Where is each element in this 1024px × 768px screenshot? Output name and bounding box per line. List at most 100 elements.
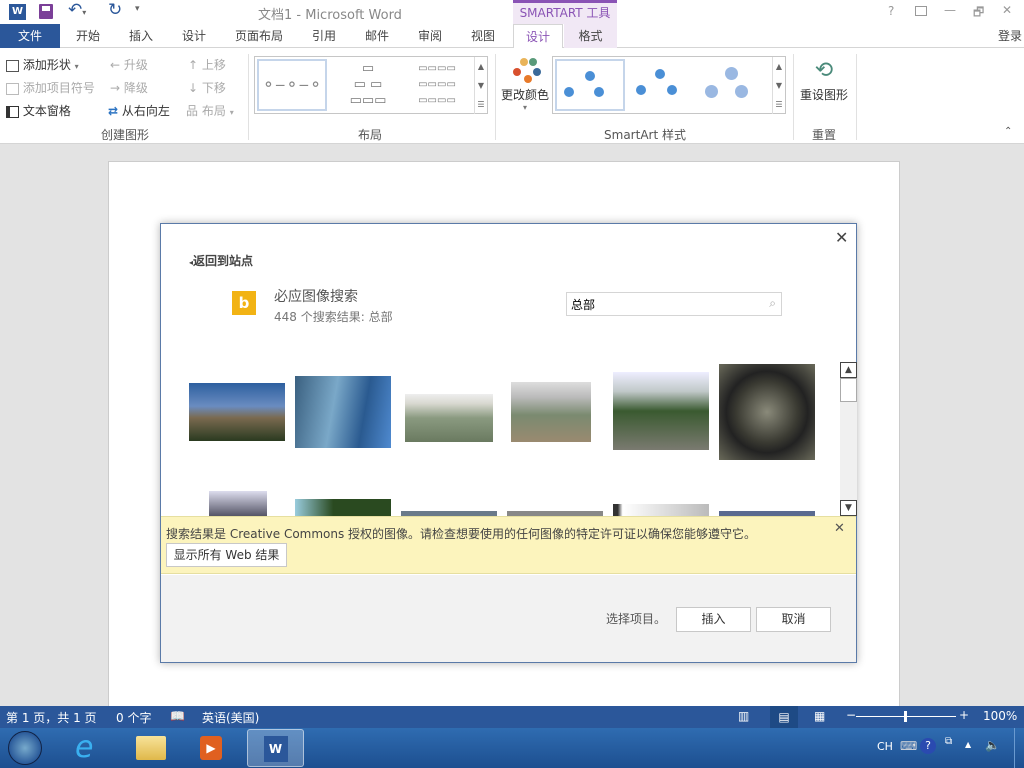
image-result[interactable]	[209, 491, 267, 516]
image-result[interactable]	[511, 382, 591, 442]
gallery-scroll-down[interactable]: ▼	[474, 76, 487, 95]
undo-icon[interactable]: ↶▾	[68, 0, 86, 20]
notice-close-button[interactable]: ✕	[834, 521, 845, 536]
zoom-in-button[interactable]: +	[959, 708, 969, 722]
right-to-left-button[interactable]: ⇄ 从右向左	[108, 102, 170, 119]
tab-file[interactable]: 文件	[0, 24, 60, 48]
layout-option-org[interactable]: ▭ ▭ ▭ ▭▭▭	[335, 61, 401, 109]
network-icon[interactable]: ⧉	[945, 736, 952, 747]
image-result[interactable]	[719, 364, 815, 460]
save-icon[interactable]	[39, 4, 53, 19]
gallery-expand[interactable]: ☰	[474, 95, 487, 114]
reset-graphic-icon: ⟲	[814, 58, 834, 83]
color-dots-icon	[498, 56, 552, 86]
promote-button[interactable]: ← 升级	[110, 56, 148, 73]
word-taskbar-button[interactable]: W	[247, 729, 304, 767]
page-count[interactable]: 第 1 页，共 1 页	[6, 709, 97, 726]
input-language[interactable]: CH	[877, 740, 893, 753]
add-bullet-button[interactable]: 添加项目符号	[6, 79, 95, 96]
change-colors-button[interactable]: 更改颜色 ▾	[498, 56, 552, 122]
image-result[interactable]	[613, 504, 709, 516]
dialog-footer	[161, 575, 856, 662]
tab-review[interactable]: 审阅	[406, 24, 454, 48]
zoom-out-button[interactable]: −	[846, 708, 856, 722]
scroll-down-arrow[interactable]: ▼	[840, 500, 857, 516]
image-result[interactable]	[405, 394, 493, 442]
layout-option-hierarchy[interactable]: ⚬‒⚬‒⚬	[257, 59, 327, 111]
read-mode-icon[interactable]: ▥	[738, 709, 749, 723]
back-to-sites-link[interactable]: ◂返回到站点	[189, 252, 253, 269]
text-pane-icon	[6, 105, 19, 118]
collapse-ribbon-icon[interactable]: ⌃	[1004, 126, 1012, 137]
search-input[interactable]: 总部 ⌕	[566, 292, 782, 316]
ribbon-display-options-icon[interactable]	[915, 6, 927, 16]
help-button[interactable]: ?	[888, 4, 894, 18]
show-desktop-button[interactable]	[1014, 728, 1024, 768]
add-shape-button[interactable]: 添加形状 ▾	[6, 56, 79, 73]
results-scrollbar[interactable]: ▲ ▼	[840, 362, 857, 516]
volume-icon[interactable]: 🔈	[985, 738, 1000, 752]
file-explorer-icon[interactable]	[136, 736, 166, 760]
zoom-slider-thumb[interactable]	[904, 711, 907, 722]
word-icon[interactable]: W	[9, 4, 26, 20]
style-scroll-up[interactable]: ▲	[772, 57, 785, 76]
tab-mailings[interactable]: 邮件	[353, 24, 401, 48]
zoom-slider[interactable]	[856, 711, 956, 722]
reset-graphic-button[interactable]: ⟲ 重设图形	[798, 56, 850, 103]
print-layout-icon[interactable]: ▤	[770, 706, 798, 728]
move-down-button[interactable]: ↓ 下移	[188, 79, 226, 96]
image-result[interactable]	[613, 372, 709, 450]
gallery-scroll-up[interactable]: ▲	[474, 57, 487, 76]
group-label-create: 创建图形	[100, 128, 149, 142]
style-option-moderate[interactable]	[703, 61, 769, 109]
style-option-subtle[interactable]	[633, 61, 699, 109]
tab-page-layout[interactable]: 页面布局	[228, 24, 290, 48]
internet-explorer-icon[interactable]: e	[75, 730, 93, 765]
word-taskbar-icon: W	[263, 736, 288, 762]
tab-smartart-format[interactable]: 格式	[564, 24, 617, 48]
language-indicator[interactable]: 英语(美国)	[202, 709, 259, 726]
show-hidden-icons[interactable]: ▲	[965, 740, 971, 749]
tab-design[interactable]: 设计	[170, 24, 218, 48]
tab-smartart-design[interactable]: 设计	[513, 24, 563, 49]
selection-hint: 选择项目。	[606, 612, 667, 626]
proofing-icon[interactable]: 📖	[170, 709, 185, 723]
customize-qat-icon[interactable]: ▾	[135, 4, 140, 14]
scroll-up-arrow[interactable]: ▲	[840, 362, 857, 378]
keyboard-icon[interactable]: ⌨	[900, 739, 917, 753]
close-button[interactable]: ✕	[1002, 3, 1012, 17]
arrow-up-icon: ↑	[188, 58, 199, 72]
image-result[interactable]	[295, 376, 391, 448]
tab-home[interactable]: 开始	[64, 24, 112, 48]
redo-icon[interactable]: ↻	[108, 0, 122, 20]
cancel-button[interactable]: 取消	[756, 607, 831, 632]
move-up-button[interactable]: ↑ 上移	[188, 56, 226, 73]
tab-insert[interactable]: 插入	[117, 24, 165, 48]
sign-in-link[interactable]: 登录	[996, 24, 1024, 48]
image-result[interactable]	[295, 499, 391, 516]
minimize-button[interactable]: —	[944, 3, 956, 17]
search-icon[interactable]: ⌕	[769, 296, 776, 311]
start-button[interactable]	[8, 731, 42, 765]
web-layout-icon[interactable]: ▦	[814, 709, 825, 723]
demote-button[interactable]: → 降级	[110, 79, 148, 96]
image-result[interactable]	[189, 383, 285, 441]
layout-button[interactable]: 品 布局 ▾	[186, 102, 234, 119]
style-expand[interactable]: ☰	[772, 95, 785, 114]
tab-view[interactable]: 视图	[459, 24, 507, 48]
dialog-close-button[interactable]: ✕	[835, 228, 848, 247]
tab-references[interactable]: 引用	[300, 24, 348, 48]
license-notice-bar: 搜索结果是 Creative Commons 授权的图像。请检查想要使用的任何图…	[161, 516, 856, 574]
media-player-icon[interactable]: ▶	[200, 736, 222, 760]
help-tray-icon[interactable]: ?	[920, 738, 936, 754]
style-option-simple[interactable]	[555, 59, 625, 111]
style-scroll-down[interactable]: ▼	[772, 76, 785, 95]
scroll-thumb[interactable]	[840, 378, 857, 402]
show-all-web-results-button[interactable]: 显示所有 Web 结果	[166, 543, 287, 567]
layout-option-table-hierarchy[interactable]: ▭▭▭▭ ▭▭▭▭ ▭▭▭▭	[407, 61, 467, 109]
zoom-level[interactable]: 100%	[983, 709, 1017, 723]
insert-button[interactable]: 插入	[676, 607, 751, 632]
restore-button[interactable]: 🗗	[973, 3, 984, 24]
text-pane-button[interactable]: 文本窗格	[6, 102, 71, 119]
word-count[interactable]: 0 个字	[116, 709, 151, 726]
